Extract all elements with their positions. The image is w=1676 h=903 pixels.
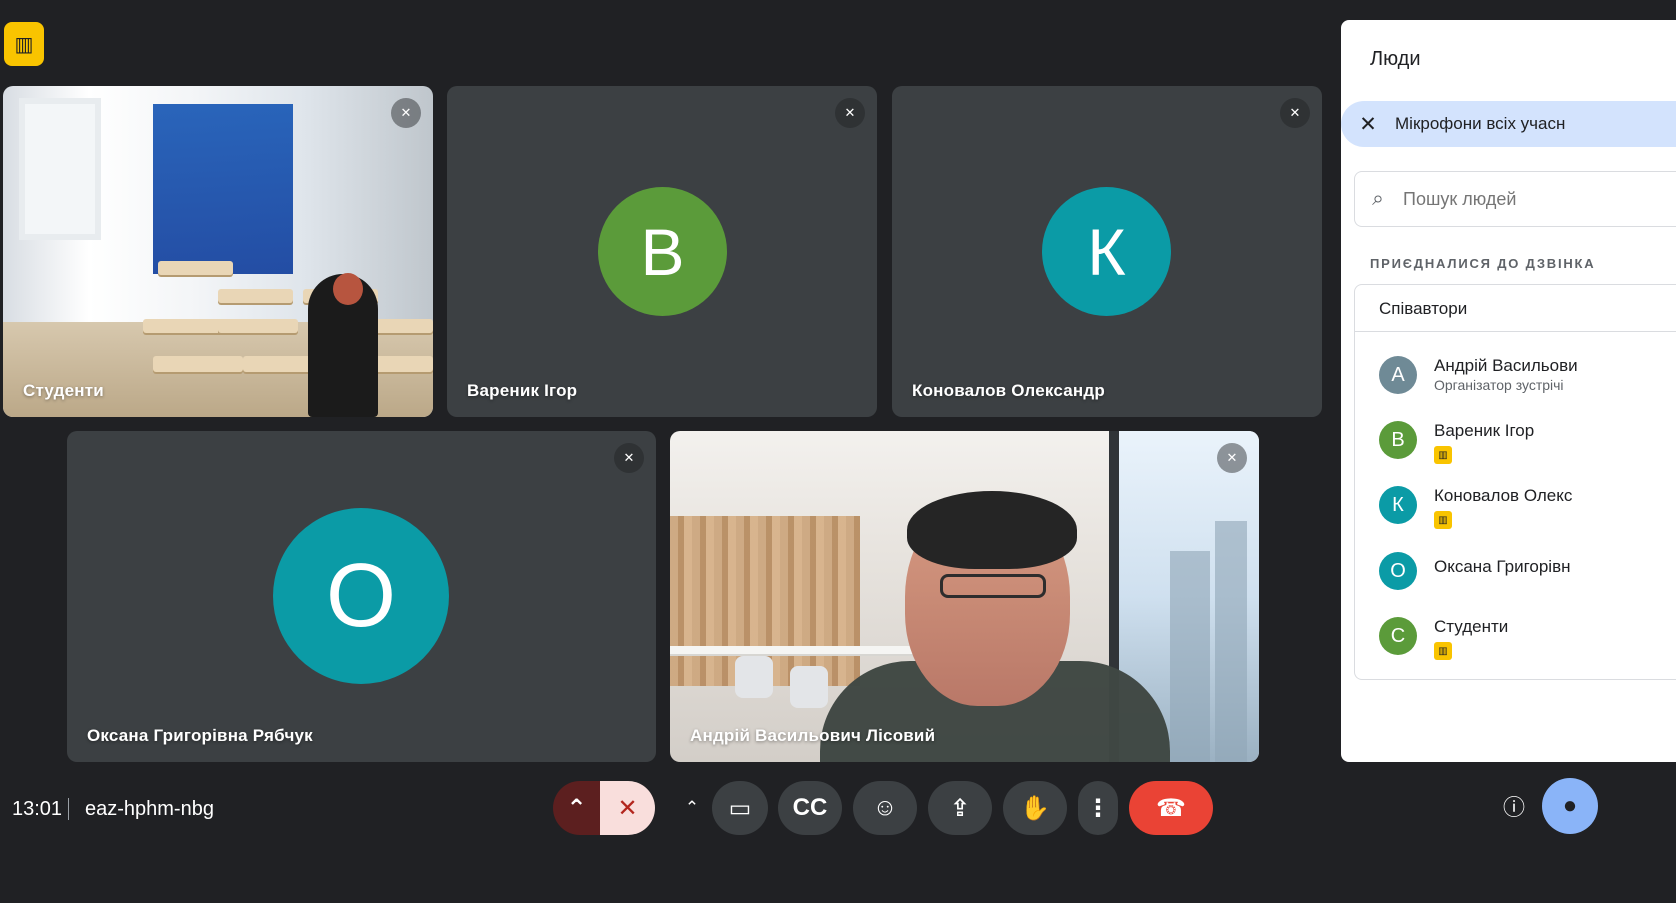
closed-captions-icon: CC: [792, 794, 828, 821]
call-end-icon: ☎: [1156, 794, 1186, 822]
mute-all-text: Мікрофони всіх учасн: [1395, 114, 1566, 133]
more-vertical-icon: ⋮: [1086, 794, 1110, 822]
leave-call-button[interactable]: ☎: [1129, 781, 1213, 835]
emoji-icon: ☺: [872, 794, 898, 821]
people-button[interactable]: ●: [1542, 778, 1598, 834]
video-tile-oksana[interactable]: О ✕ Оксана Григорівна Рябчук: [67, 431, 656, 762]
people-panel: Люди ✕ Мікрофони всіх учасн ⌕ ПРИЄДНАЛИС…: [1341, 20, 1676, 762]
avatar: О: [1379, 552, 1417, 590]
meeting-details-button[interactable]: ⓘ: [1495, 787, 1533, 825]
chevron-up-icon: ⌃: [566, 794, 587, 822]
search-people[interactable]: ⌕: [1354, 171, 1676, 227]
desk: [373, 356, 433, 372]
mic-off-icon: ✕: [614, 443, 644, 473]
audio-options-button[interactable]: ⌃: [553, 781, 600, 835]
avatar: В: [1379, 421, 1417, 459]
captions-off-icon[interactable]: ▥: [4, 22, 44, 66]
person-name: Студенти: [1434, 617, 1509, 636]
search-icon: ⌕: [1372, 187, 1384, 210]
joined-section-label: ПРИЄДНАЛИСЯ ДО ДЗВІНКА: [1370, 256, 1596, 271]
group-label: Співавтори: [1379, 299, 1468, 318]
coauthors-group: Співавтори А Андрій Васильови Організато…: [1354, 284, 1676, 680]
avatar: С: [1379, 617, 1417, 655]
present-button[interactable]: ⇪: [928, 781, 992, 835]
avatar: К: [1379, 486, 1417, 524]
video-tile-students[interactable]: ✕ Студенти: [3, 86, 433, 417]
desk: [153, 356, 243, 372]
mic-off-icon: ✕: [1217, 443, 1247, 473]
person-name: Оксана Григорівн: [1434, 557, 1571, 576]
video-off-icon: ▥: [1434, 511, 1452, 529]
emoji-button[interactable]: ☺: [853, 781, 917, 835]
mic-off-icon: ✕: [617, 794, 638, 822]
avatar: В: [598, 187, 727, 316]
person-row[interactable]: С Студенти ▥: [1355, 607, 1676, 665]
classroom-window: [19, 98, 101, 240]
camera-button[interactable]: ▭: [712, 781, 768, 835]
person-row[interactable]: К Коновалов Олекс ▥: [1355, 476, 1676, 534]
mic-off-icon: ✕: [1359, 112, 1377, 136]
captions-button[interactable]: CC: [778, 781, 842, 835]
person-row[interactable]: О Оксана Григорівн: [1355, 542, 1676, 600]
participant-name: Коновалов Олександр: [912, 381, 1105, 400]
video-tile-varenyk[interactable]: В ✕ Вареник Ігор: [447, 86, 877, 417]
participant-name: Студенти: [23, 381, 104, 400]
person-row[interactable]: А Андрій Васильови Організатор зустрічі: [1355, 346, 1676, 404]
mic-off-icon: ✕: [391, 98, 421, 128]
chevron-up-icon: ⌃: [684, 798, 700, 817]
desk: [218, 289, 293, 303]
avatar: А: [1379, 356, 1417, 394]
info-icon: ⓘ: [1502, 795, 1525, 820]
present-screen-icon: ⇪: [949, 794, 971, 822]
mute-all-notice[interactable]: ✕ Мікрофони всіх учасн: [1341, 101, 1676, 147]
video-off-icon: ▥: [1434, 446, 1452, 464]
classroom-blue-wall: [153, 104, 293, 274]
participant-name: Оксана Григорівна Рябчук: [87, 726, 313, 745]
person-row[interactable]: В Вареник Ігор ▥: [1355, 411, 1676, 469]
meeting-code: eaz-hphm-nbg: [85, 798, 214, 820]
bottom-divider: [68, 798, 69, 820]
city-building: [1170, 551, 1210, 762]
person-hair: [907, 491, 1077, 569]
mic-off-icon: ✕: [835, 98, 865, 128]
desk: [143, 319, 223, 333]
panel-title: Люди: [1370, 48, 1421, 70]
clock-time: 13:01: [12, 798, 63, 820]
person-name: Андрій Васильови: [1434, 356, 1578, 375]
mic-off-icon: ✕: [1280, 98, 1310, 128]
people-icon: ●: [1562, 792, 1578, 819]
video-tile-andrii[interactable]: ✕ Андрій Васильович Лісовий: [670, 431, 1259, 762]
office-chair: [735, 656, 773, 698]
participant-name: Вареник Ігор: [467, 381, 578, 400]
glasses: [940, 574, 1046, 598]
person-role: Організатор зустрічі: [1434, 377, 1564, 393]
person-name: Коновалов Олекс: [1434, 486, 1573, 505]
person-head: [333, 273, 363, 305]
person-name: Вареник Ігор: [1434, 421, 1535, 440]
avatar: О: [273, 508, 449, 684]
avatar: К: [1042, 187, 1171, 316]
group-header[interactable]: Співавтори: [1355, 285, 1676, 332]
more-options-button[interactable]: ⋮: [1078, 781, 1118, 835]
search-input[interactable]: [1401, 187, 1655, 211]
desk: [218, 319, 298, 333]
raise-hand-button[interactable]: ✋: [1003, 781, 1067, 835]
video-tile-konovalov[interactable]: К ✕ Коновалов Олександр: [892, 86, 1322, 417]
office-desk: [670, 646, 930, 654]
videocam-icon: ▭: [728, 794, 752, 822]
microphone-button[interactable]: ✕: [600, 781, 655, 835]
office-chair: [790, 666, 828, 708]
participant-name: Андрій Васильович Лісовий: [690, 726, 936, 745]
city-building: [1215, 521, 1247, 762]
video-options-button[interactable]: ⌃: [670, 781, 714, 835]
raise-hand-icon: ✋: [1020, 794, 1050, 822]
video-off-icon: ▥: [1434, 642, 1452, 660]
desk: [158, 261, 233, 275]
